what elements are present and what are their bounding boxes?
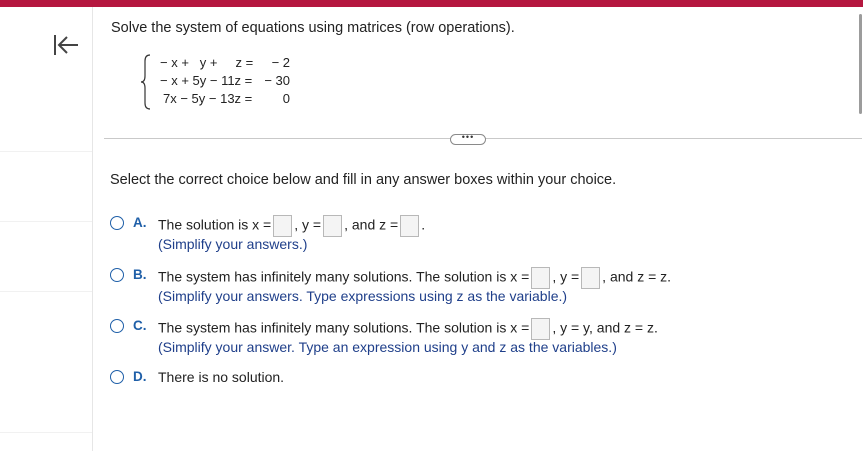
choice-c-radio[interactable]	[110, 319, 124, 333]
choice-a-text: The solution is x = , y = , and z =.	[158, 215, 425, 237]
answer-box-z[interactable]	[400, 215, 420, 237]
choice-c-text-part: The system has infinitely many solutions…	[158, 319, 530, 336]
sidebar-divider	[0, 291, 92, 292]
answer-box-x[interactable]	[273, 215, 293, 237]
choice-c-text-part: , y = y, and z = z.	[552, 319, 658, 336]
choice-b-radio[interactable]	[110, 268, 124, 282]
sidebar-divider	[0, 432, 92, 433]
choice-b-text: The system has infinitely many solutions…	[158, 267, 671, 289]
left-sidebar	[0, 7, 93, 451]
answer-box-x[interactable]	[531, 318, 551, 340]
equation-3-lhs: 7x − 5y − 13z =	[163, 91, 253, 106]
choice-c-text: The system has infinitely many solutions…	[158, 318, 658, 340]
scrollbar[interactable]	[859, 14, 862, 114]
sidebar-divider	[0, 221, 92, 222]
choice-d-letter: D.	[133, 369, 147, 384]
choice-a-text-part: , and z =	[344, 216, 399, 233]
left-brace-icon	[140, 54, 151, 110]
choice-b-text-part: , and z = z.	[602, 268, 672, 285]
equation-2-lhs: − x + 5y − 11z =	[160, 73, 253, 88]
choice-a-radio[interactable]	[110, 216, 124, 230]
choice-a-letter: A.	[133, 215, 147, 230]
choice-a-text-part: , y =	[294, 216, 322, 233]
choice-d-text: There is no solution.	[158, 369, 285, 385]
expand-more-button[interactable]: •••	[450, 133, 486, 145]
equation-system: − x + y + z = − 2 − x + 5y − 11z = − 30 …	[140, 54, 310, 110]
equation-3-rhs: 0	[282, 91, 290, 106]
choice-d-radio[interactable]	[110, 370, 124, 384]
choice-c-letter: C.	[133, 318, 147, 333]
choice-c-hint: (Simplify your answer. Type an expressio…	[158, 339, 617, 355]
answer-box-y[interactable]	[323, 215, 343, 237]
sidebar-divider	[0, 151, 92, 152]
equation-1-lhs: − x + y + z =	[160, 55, 254, 70]
collapse-panel-icon[interactable]	[52, 33, 80, 59]
question-prompt: Solve the system of equations using matr…	[111, 20, 515, 36]
choice-a-hint: (Simplify your answers.)	[158, 236, 308, 252]
answer-box-x[interactable]	[531, 267, 551, 289]
equation-1-rhs: − 2	[271, 55, 290, 70]
instruction-text: Select the correct choice below and fill…	[110, 172, 617, 188]
choice-b-hint: (Simplify your answers. Type expressions…	[158, 288, 568, 304]
choice-b-text-part: , y =	[552, 268, 580, 285]
answer-box-y[interactable]	[581, 267, 601, 289]
equation-2-rhs: − 30	[264, 73, 290, 88]
choice-a-text-part: The solution is x =	[158, 216, 272, 233]
choice-b-letter: B.	[133, 267, 147, 282]
choice-a-text-part: .	[421, 216, 426, 233]
top-accent-bar	[0, 0, 863, 7]
choice-b-text-part: The system has infinitely many solutions…	[158, 268, 530, 285]
